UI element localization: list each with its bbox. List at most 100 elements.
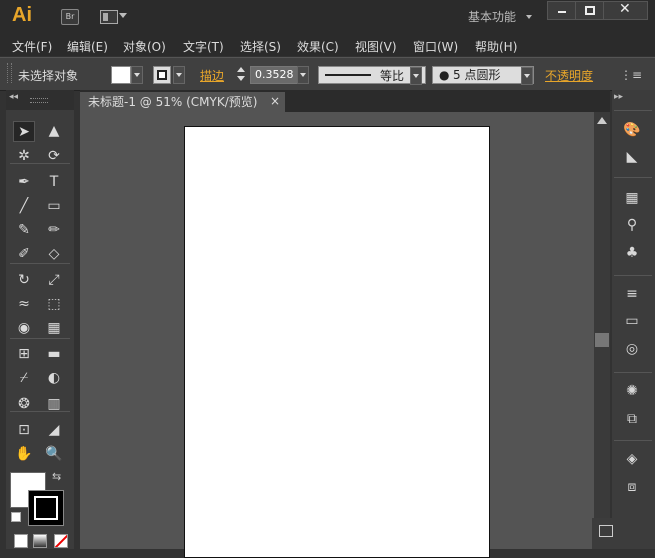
scrollbar-thumb[interactable] <box>595 333 609 347</box>
type-tool-icon[interactable]: T <box>43 172 65 193</box>
chevron-down-icon[interactable] <box>526 15 532 19</box>
blob-brush-tool-icon[interactable]: ✐ <box>13 244 35 265</box>
panel-group-divider <box>614 372 652 373</box>
graphic-styles-panel-icon[interactable]: ⧉ <box>621 409 643 429</box>
app-logo: Ai <box>12 4 32 26</box>
rectangle-tool-icon[interactable]: ▭ <box>43 196 65 217</box>
chevron-down-icon[interactable] <box>119 13 127 18</box>
tool-divider <box>10 163 70 164</box>
selection-status: 未选择对象 <box>18 69 79 83</box>
stroke-weight-stepper[interactable] <box>236 66 246 84</box>
menu-object[interactable]: 对象(O) <box>123 38 166 55</box>
mesh-tool-icon[interactable]: ⊞ <box>13 344 35 365</box>
collapse-icon[interactable]: ◂◂ <box>9 92 18 102</box>
pen-tool-icon[interactable]: ✒ <box>13 172 35 193</box>
stroke-profile-preview <box>325 74 371 76</box>
none-mode-icon[interactable] <box>54 534 68 548</box>
stroke-label-link[interactable]: 描边 <box>200 67 224 84</box>
hand-tool-icon[interactable]: ✋ <box>13 444 35 465</box>
scroll-up-icon[interactable] <box>597 117 607 124</box>
tool-divider <box>10 263 70 264</box>
layers-panel-icon[interactable]: ◈ <box>621 449 643 469</box>
stroke-panel-icon[interactable]: ≡ <box>621 284 643 304</box>
tool-divider <box>10 338 70 339</box>
workspace-switcher[interactable]: 基本功能 <box>468 8 516 25</box>
chevron-down-icon <box>237 76 245 81</box>
slice-tool-icon[interactable]: ◢ <box>43 420 65 441</box>
collapsed-panel-button[interactable] <box>592 518 622 549</box>
brushes-panel-icon[interactable]: ⚲ <box>621 215 643 235</box>
stroke-weight-dropdown[interactable] <box>297 66 309 84</box>
line-tool-icon[interactable]: ╱ <box>13 196 35 217</box>
blend-tool-icon[interactable]: ◐ <box>43 368 65 389</box>
stroke-dropdown-button[interactable] <box>173 66 185 84</box>
stroke-color-big[interactable] <box>28 490 64 526</box>
width-tool-icon[interactable]: ≈ <box>13 294 35 315</box>
bridge-button[interactable]: Br <box>61 9 79 25</box>
menu-edit[interactable]: 编辑(E) <box>67 38 108 55</box>
panel-group-divider <box>614 440 652 441</box>
panel-group-divider <box>614 177 652 178</box>
menu-effect[interactable]: 效果(C) <box>297 38 339 55</box>
stroke-profile-label: 等比 <box>380 69 405 83</box>
artboards-panel-icon[interactable]: ⧈ <box>621 477 643 497</box>
menu-select[interactable]: 选择(S) <box>240 38 281 55</box>
vertical-scrollbar[interactable] <box>594 112 610 549</box>
close-icon: ✕ <box>619 1 631 17</box>
brush-dropdown[interactable] <box>521 67 533 85</box>
stroke-color-swatch[interactable] <box>153 66 171 84</box>
menu-view[interactable]: 视图(V) <box>355 38 397 55</box>
artboard-tool-icon[interactable]: ⊡ <box>13 420 35 441</box>
gradient-mode-icon[interactable] <box>33 534 47 548</box>
shape-builder-tool-icon[interactable]: ◉ <box>13 318 35 339</box>
tool-divider <box>10 411 70 412</box>
fill-color-swatch[interactable] <box>111 66 131 84</box>
perspective-grid-tool-icon[interactable]: ▦ <box>43 318 65 339</box>
close-icon[interactable]: × <box>270 94 280 108</box>
selection-tool-icon[interactable]: ➤ <box>13 121 35 142</box>
maximize-button[interactable] <box>575 1 604 20</box>
close-window-button[interactable]: ✕ <box>603 1 648 20</box>
swap-fill-stroke-icon[interactable]: ⇆ <box>52 470 61 483</box>
expand-panels-icon[interactable]: ▸▸ <box>614 92 623 102</box>
fill-dropdown-button[interactable] <box>131 66 143 84</box>
color-mode-icon[interactable] <box>14 534 28 548</box>
color-panel-icon[interactable]: 🎨 <box>621 120 643 140</box>
transparency-panel-icon[interactable]: ◎ <box>621 339 643 359</box>
opacity-label-link[interactable]: 不透明度 <box>545 67 593 84</box>
pencil-tool-icon[interactable]: ✏ <box>43 220 65 241</box>
rotate-tool-icon[interactable]: ↻ <box>13 270 35 291</box>
brush-definition-select[interactable]: ● 5 点圆形 <box>432 66 534 84</box>
panel-grip-icon[interactable] <box>30 98 48 103</box>
menu-help[interactable]: 帮助(H) <box>475 38 517 55</box>
zoom-tool-icon[interactable]: 🔍 <box>43 444 65 465</box>
menu-type[interactable]: 文字(T) <box>183 38 224 55</box>
tools-panel-header[interactable]: ◂◂ <box>6 90 74 110</box>
color-guide-panel-icon[interactable]: ◣ <box>621 147 643 167</box>
menu-file[interactable]: 文件(F) <box>12 38 52 55</box>
scale-tool-icon[interactable]: ⤢ <box>43 270 65 291</box>
stroke-profile-dropdown[interactable] <box>410 67 422 85</box>
stroke-weight-input[interactable]: 0.3528 <box>250 66 300 84</box>
panel-menu-icon[interactable]: ⋮≡ <box>620 68 642 82</box>
menu-window[interactable]: 窗口(W) <box>413 38 458 55</box>
default-colors-icon[interactable] <box>11 512 21 522</box>
arrange-documents-icon[interactable] <box>100 10 118 24</box>
free-transform-tool-icon[interactable]: ⬚ <box>43 294 65 315</box>
eraser-tool-icon[interactable]: ◇ <box>43 244 65 265</box>
gradient-panel-icon[interactable]: ▭ <box>621 311 643 331</box>
appearance-panel-icon[interactable]: ✺ <box>621 381 643 401</box>
eyedropper-tool-icon[interactable]: ⌿ <box>13 368 35 389</box>
paintbrush-tool-icon[interactable]: ✎ <box>13 220 35 241</box>
gradient-tool-icon[interactable]: ▬ <box>43 344 65 365</box>
symbols-panel-icon[interactable]: ♣ <box>621 243 643 263</box>
document-tab[interactable]: 未标题-1 @ 51% (CMYK/预览) <box>80 92 285 113</box>
swatches-panel-icon[interactable]: ▦ <box>621 188 643 208</box>
minimize-button[interactable] <box>547 1 576 20</box>
panel-icon <box>599 525 613 537</box>
direct-selection-tool-icon[interactable]: ▲ <box>43 121 65 142</box>
panel-group-divider <box>614 110 652 111</box>
panel-grip-icon[interactable] <box>7 63 12 83</box>
brush-label: 5 点圆形 <box>453 68 501 82</box>
artboard[interactable] <box>184 126 490 558</box>
